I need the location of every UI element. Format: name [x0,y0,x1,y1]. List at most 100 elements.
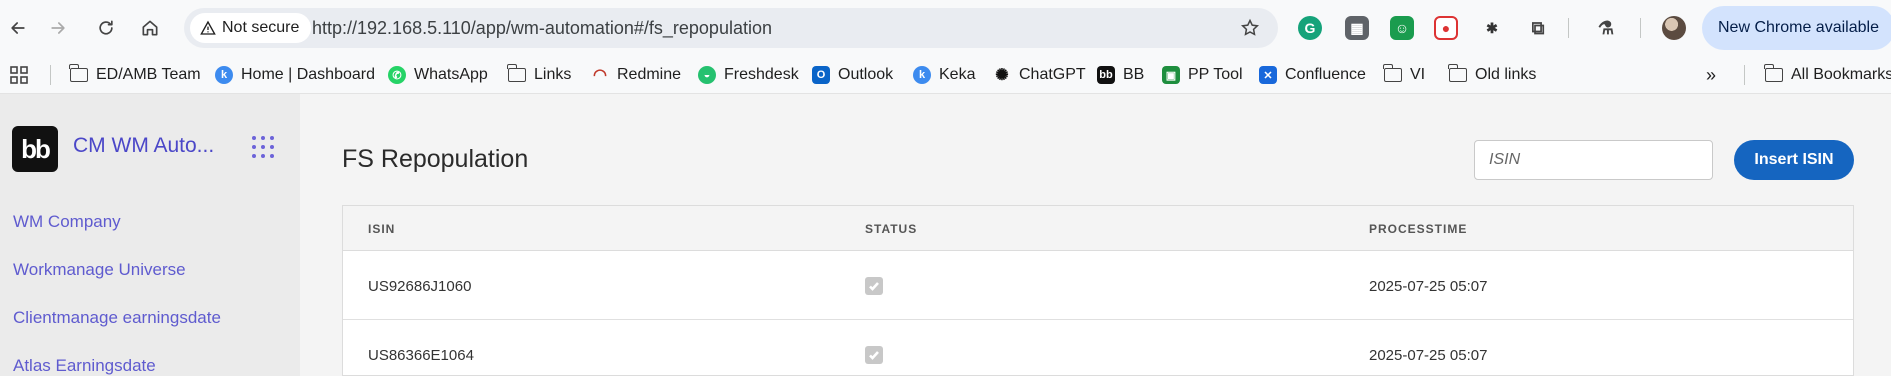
table-row[interactable]: US92686J1060 2025-07-25 05:07 [343,251,1853,320]
bookmarks-bar: ED/AMB Team k Home | Dashboard ✆ WhatsApp … [0,56,1891,94]
extension-icon[interactable]: ▦ [1345,16,1369,40]
checkmark-icon [869,282,879,291]
toolbar-divider [1568,18,1569,38]
bookmark-label: Old links [1475,66,1537,83]
pp-tool-icon: ▣ [1162,66,1180,84]
robot-extension-icon[interactable]: ☺ [1390,16,1414,40]
back-icon [11,22,25,34]
app-menu-grid-icon[interactable] [252,136,274,158]
bb-icon: bb [1097,66,1115,84]
outlook-icon: O [812,66,830,84]
bookmark-divider [1744,65,1745,85]
sidebar-item-workmanage-universe[interactable]: Workmanage Universe [13,260,186,280]
browser-toolbar: Not secure http://192.168.5.110/app/wm-a… [0,0,1891,56]
app-title[interactable]: CM WM Auto... [73,134,214,158]
bookmark-label: PP Tool [1188,66,1243,83]
bookmark-bb[interactable]: bb BB [1097,64,1144,86]
bookmark-label: Links [534,66,572,83]
bookmark-links[interactable]: Links [507,64,572,86]
sidebar-item-atlas-earningsdate[interactable]: Atlas Earningsdate [13,356,156,376]
back-button[interactable] [0,12,36,44]
security-chip[interactable]: Not secure [190,13,312,43]
bookmark-keka[interactable]: k Keka [913,64,975,86]
column-header-processtime[interactable]: PROCESSTIME [1369,222,1467,236]
keka-icon: k [913,66,931,84]
sidebar-item-wm-company[interactable]: WM Company [13,212,121,232]
keka-icon: k [215,66,233,84]
bookmark-chatgpt[interactable]: ✺ ChatGPT [993,64,1086,86]
bookmark-whatsapp[interactable]: ✆ WhatsApp [388,64,488,86]
new-chrome-button[interactable]: New Chrome available [1702,6,1891,50]
forward-icon [51,22,65,34]
chevron-double-right-icon: » [1706,64,1717,85]
isin-input[interactable] [1474,140,1713,180]
bookmark-old-links[interactable]: Old links [1448,64,1537,86]
bookmark-outlook[interactable]: O Outlook [812,64,893,86]
all-bookmarks[interactable]: All Bookmarks [1764,64,1891,86]
lab-icon[interactable]: ⚗ [1594,16,1618,40]
insert-isin-button[interactable]: Insert ISIN [1734,140,1854,180]
bookmark-label: Keka [939,66,976,83]
table-row[interactable]: US86366E1064 2025-07-25 05:07 [343,320,1853,375]
bookmark-label: BB [1123,66,1145,83]
bookmark-label: ChatGPT [1019,66,1086,83]
home-button[interactable] [132,12,168,44]
bookmark-label: Outlook [838,66,894,83]
bookmark-label: Home | Dashboard [241,66,375,83]
checkmark-icon [869,351,879,360]
more-bookmarks-button[interactable]: » [1706,64,1716,86]
confluence-icon: ✕ [1259,66,1277,84]
star-icon[interactable] [1240,18,1260,38]
folder-icon [1764,64,1783,82]
folder-icon [69,64,88,82]
chatgpt-icon: ✺ [993,66,1011,84]
status-checkbox [865,277,883,295]
apps-grid-icon [10,66,28,84]
incognito-extension-icon[interactable]: ✱ [1480,16,1504,40]
folder-icon [1383,64,1402,82]
warning-icon [200,20,216,35]
fs-repopulation-table: ISIN STATUS PROCESSTIME US92686J1060 202… [342,205,1854,376]
reload-button[interactable] [88,12,124,44]
url-text[interactable]: http://192.168.5.110/app/wm-automation#/… [312,18,772,39]
bookmark-freshdesk[interactable]: ◒ Freshdesk [698,64,799,86]
bookmark-label: Redmine [617,66,682,83]
bookmark-redmine[interactable]: ◠ Redmine [591,64,681,86]
redmine-icon: ◠ [591,66,609,84]
address-bar[interactable]: Not secure http://192.168.5.110/app/wm-a… [184,8,1278,48]
apps-button[interactable] [10,64,28,86]
grammarly-icon[interactable]: G [1298,16,1322,40]
processtime-cell: 2025-07-25 05:07 [1369,347,1488,364]
all-bookmarks-label: All Bookmarks [1791,66,1891,83]
reload-icon [99,20,113,35]
forward-button[interactable] [40,12,76,44]
isin-cell: US92686J1060 [368,278,472,295]
sidebar-item-clientmanage-earningsdate[interactable]: Clientmanage earningsdate [13,308,221,328]
bookmark-vi[interactable]: VI [1383,64,1426,86]
home-icon [142,20,158,36]
app-logo[interactable]: bb [12,126,58,172]
security-label: Not secure [222,19,300,36]
bookmark-confluence[interactable]: ✕ Confluence [1259,64,1366,86]
bookmark-label: Freshdesk [724,66,799,83]
bookmark-ed-amb-team[interactable]: ED/AMB Team [69,64,201,86]
folder-icon [1448,64,1467,82]
bookmark-pp-tool[interactable]: ▣ PP Tool [1162,64,1243,86]
status-checkbox [865,346,883,364]
bookmark-divider [50,65,51,85]
folder-icon [507,64,526,82]
column-header-isin[interactable]: ISIN [368,222,395,236]
bookmark-label: Confluence [1285,66,1366,83]
bookmark-home-dashboard[interactable]: k Home | Dashboard [215,64,375,86]
profile-avatar[interactable] [1662,16,1686,40]
page-title: FS Repopulation [342,145,529,173]
freshdesk-icon: ◒ [698,66,716,84]
column-header-status[interactable]: STATUS [865,222,917,236]
puzzle-icon[interactable]: ⧉ [1526,16,1550,40]
screen-record-icon[interactable]: ● [1434,16,1458,40]
whatsapp-icon: ✆ [388,66,406,84]
bookmark-label: ED/AMB Team [96,66,201,83]
processtime-cell: 2025-07-25 05:07 [1369,278,1488,295]
table-header: ISIN STATUS PROCESSTIME [343,206,1853,251]
bookmark-label: VI [1410,66,1426,83]
